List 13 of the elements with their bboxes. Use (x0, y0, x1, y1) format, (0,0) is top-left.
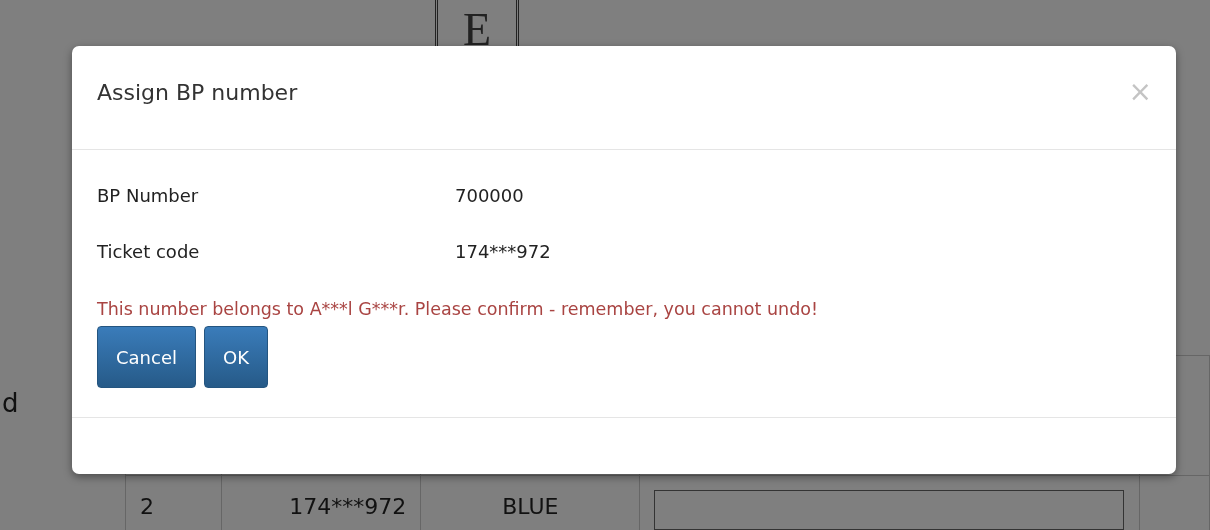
field-label: Ticket code (97, 240, 201, 264)
field-value: 174***972 (455, 240, 551, 264)
table-cell: BLUE (502, 494, 559, 519)
cancel-button[interactable]: Cancel (97, 326, 196, 389)
table-cell: 2 (140, 494, 154, 519)
input-field[interactable] (654, 490, 1125, 530)
background-text: d (2, 387, 19, 420)
table-cell: 174***972 (289, 494, 407, 519)
dialog-title: Assign BP number (97, 80, 298, 107)
field-value: 700000 (455, 184, 524, 208)
warning-message: This number belongs to A***l G***r. Please confirm - remember, you cannot undo! (97, 298, 819, 321)
ok-button[interactable]: OK (204, 326, 268, 389)
field-label: BP Number (97, 184, 200, 208)
